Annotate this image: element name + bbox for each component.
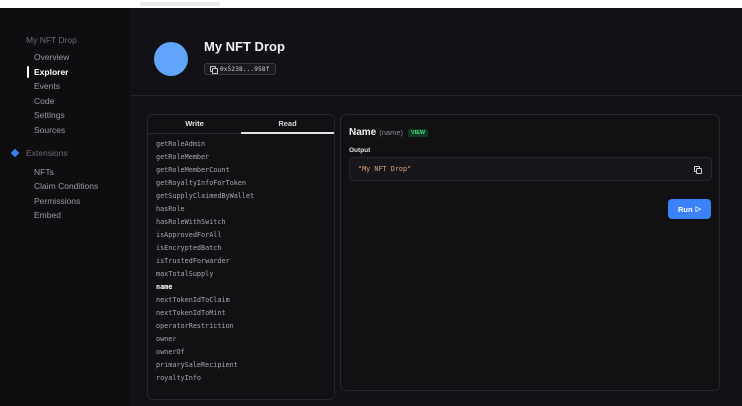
write-read-tabs: Write Read — [148, 115, 334, 134]
sidebar-item-nfts[interactable]: NFTs — [0, 165, 130, 180]
function-item-hasRole[interactable]: hasRole — [148, 203, 334, 216]
app-window: My NFT Drop Overview Explorer Events Code Se… — [0, 8, 742, 406]
top-strip-fragment — [140, 2, 220, 6]
sidebar-item-permissions[interactable]: Permissions — [0, 194, 130, 209]
function-item-ownerOf[interactable]: ownerOf — [148, 346, 334, 359]
function-list: getRoleAdmin getRoleMember getRoleMemberCo… — [148, 134, 334, 385]
copy-icon — [210, 65, 218, 74]
function-item-primarySaleRecipient[interactable]: primarySaleRecipient — [148, 359, 334, 372]
function-item-nextTokenIdToClaim[interactable]: nextTokenIdToClaim — [148, 294, 334, 307]
page-title: My NFT Drop — [204, 39, 285, 54]
sidebar-item-sources[interactable]: Sources — [0, 123, 130, 138]
tab-read[interactable]: Read — [241, 115, 334, 134]
contract-header: My NFT Drop 0x5238...958f — [130, 8, 742, 96]
copy-output-icon[interactable] — [694, 166, 702, 174]
function-item-getRoleAdmin[interactable]: getRoleAdmin — [148, 138, 334, 151]
result-title: Name (name) VIEW — [349, 127, 429, 138]
function-item-operatorRestriction[interactable]: operatorRestriction — [148, 320, 334, 333]
function-item-getRoyaltyInfoForToken[interactable]: getRoyaltyInfoForToken — [148, 177, 334, 190]
sidebar-item-settings[interactable]: Settings — [0, 108, 130, 123]
function-item-maxTotalSupply[interactable]: maxTotalSupply — [148, 268, 334, 281]
extensions-label: Extensions — [26, 147, 68, 158]
sidebar-item-explorer[interactable]: Explorer — [0, 65, 130, 80]
sidebar-extensions-heading[interactable]: Extensions — [0, 146, 130, 160]
function-item-royaltyInfo[interactable]: royaltyInfo — [148, 372, 334, 385]
sidebar-item-claim-conditions[interactable]: Claim Conditions — [0, 179, 130, 194]
output-value: "My NFT Drop" — [358, 165, 412, 173]
function-list-panel: Write Read getRoleAdmin getRoleMember getR… — [147, 114, 335, 400]
function-item-hasRoleWithSwitch[interactable]: hasRoleWithSwitch — [148, 216, 334, 229]
sidebar-item-overview[interactable]: Overview — [0, 50, 130, 65]
function-display-name: Name — [349, 127, 377, 138]
function-item-getRoleMember[interactable]: getRoleMember — [148, 151, 334, 164]
contract-address: 0x5238...958f — [220, 65, 270, 73]
main-content: My NFT Drop 0x5238...958f Write Read get… — [130, 8, 742, 406]
sidebar-item-code[interactable]: Code — [0, 94, 130, 109]
address-copy-button[interactable]: 0x5238...958f — [204, 63, 276, 75]
play-icon: ▷ — [695, 206, 701, 213]
function-item-owner[interactable]: owner — [148, 333, 334, 346]
output-field: "My NFT Drop" — [349, 157, 712, 181]
view-badge: VIEW — [408, 129, 429, 137]
sidebar-item-embed[interactable]: Embed — [0, 208, 130, 223]
function-item-getRoleMemberCount[interactable]: getRoleMemberCount — [148, 164, 334, 177]
function-item-isEncryptedBatch[interactable]: isEncryptedBatch — [148, 242, 334, 255]
tab-write[interactable]: Write — [148, 115, 241, 133]
function-id: (name) — [379, 128, 404, 137]
function-item-nextTokenIdToMint[interactable]: nextTokenIdToMint — [148, 307, 334, 320]
function-item-isApprovedForAll[interactable]: isApprovedForAll — [148, 229, 334, 242]
function-item-isTrustedForwarder[interactable]: isTrustedForwarder — [148, 255, 334, 268]
sidebar: My NFT Drop Overview Explorer Events Code Se… — [0, 8, 130, 406]
sidebar-heading: My NFT Drop — [26, 35, 77, 45]
browser-top-strip — [0, 0, 742, 8]
function-item-name[interactable]: name — [148, 281, 334, 294]
function-result-panel: Name (name) VIEW Output "My NFT Drop" Ru… — [340, 114, 720, 391]
run-label: Run — [678, 204, 693, 214]
output-label: Output — [349, 147, 371, 154]
run-button[interactable]: Run ▷ — [668, 199, 711, 219]
sidebar-item-events[interactable]: Events — [0, 79, 130, 94]
extensions-diamond-icon — [10, 148, 20, 157]
function-item-getSupplyClaimedByWallet[interactable]: getSupplyClaimedByWallet — [148, 190, 334, 203]
contract-avatar — [154, 42, 188, 76]
